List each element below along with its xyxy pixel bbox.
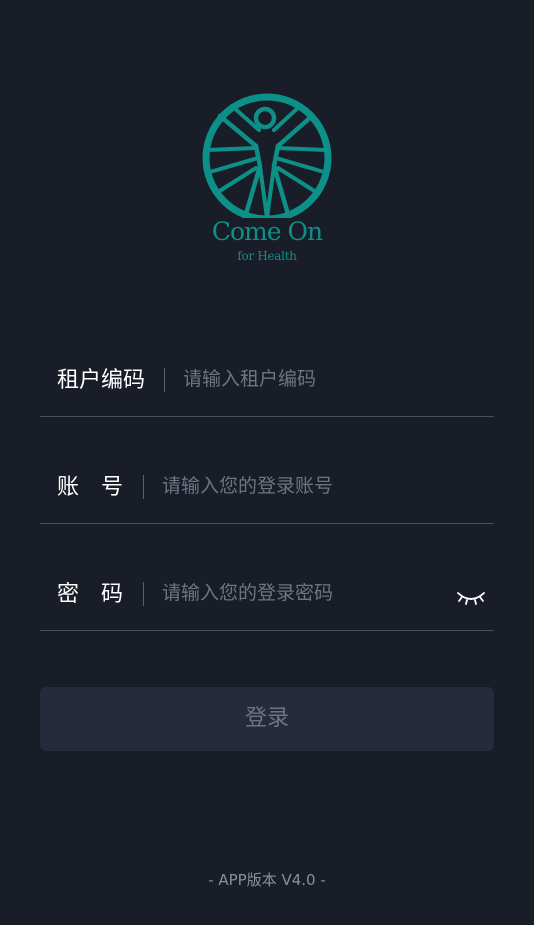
login-button[interactable]: 登录 [40,687,494,751]
eye-closed-icon[interactable] [456,584,486,608]
field-divider [143,582,144,606]
account-input[interactable] [162,471,472,501]
tenant-code-label: 租户编码 [57,368,146,393]
password-label: 密 码 [57,582,124,607]
app-logo: Come On for Health [196,88,338,270]
field-divider [164,368,165,392]
password-input[interactable] [162,578,442,608]
account-field: 账 号 [40,471,494,524]
logo-title: Come On [211,217,323,246]
field-divider [143,475,144,499]
app-version-text: - APP版本 V4.0 - [208,871,326,889]
account-label: 账 号 [57,475,124,500]
tenant-code-field: 租户编码 [40,364,494,417]
logo-subtitle: for Health [237,249,297,263]
tenant-code-input[interactable] [183,364,473,394]
logo-emblem-icon [202,93,332,218]
password-field: 密 码 [40,578,494,631]
